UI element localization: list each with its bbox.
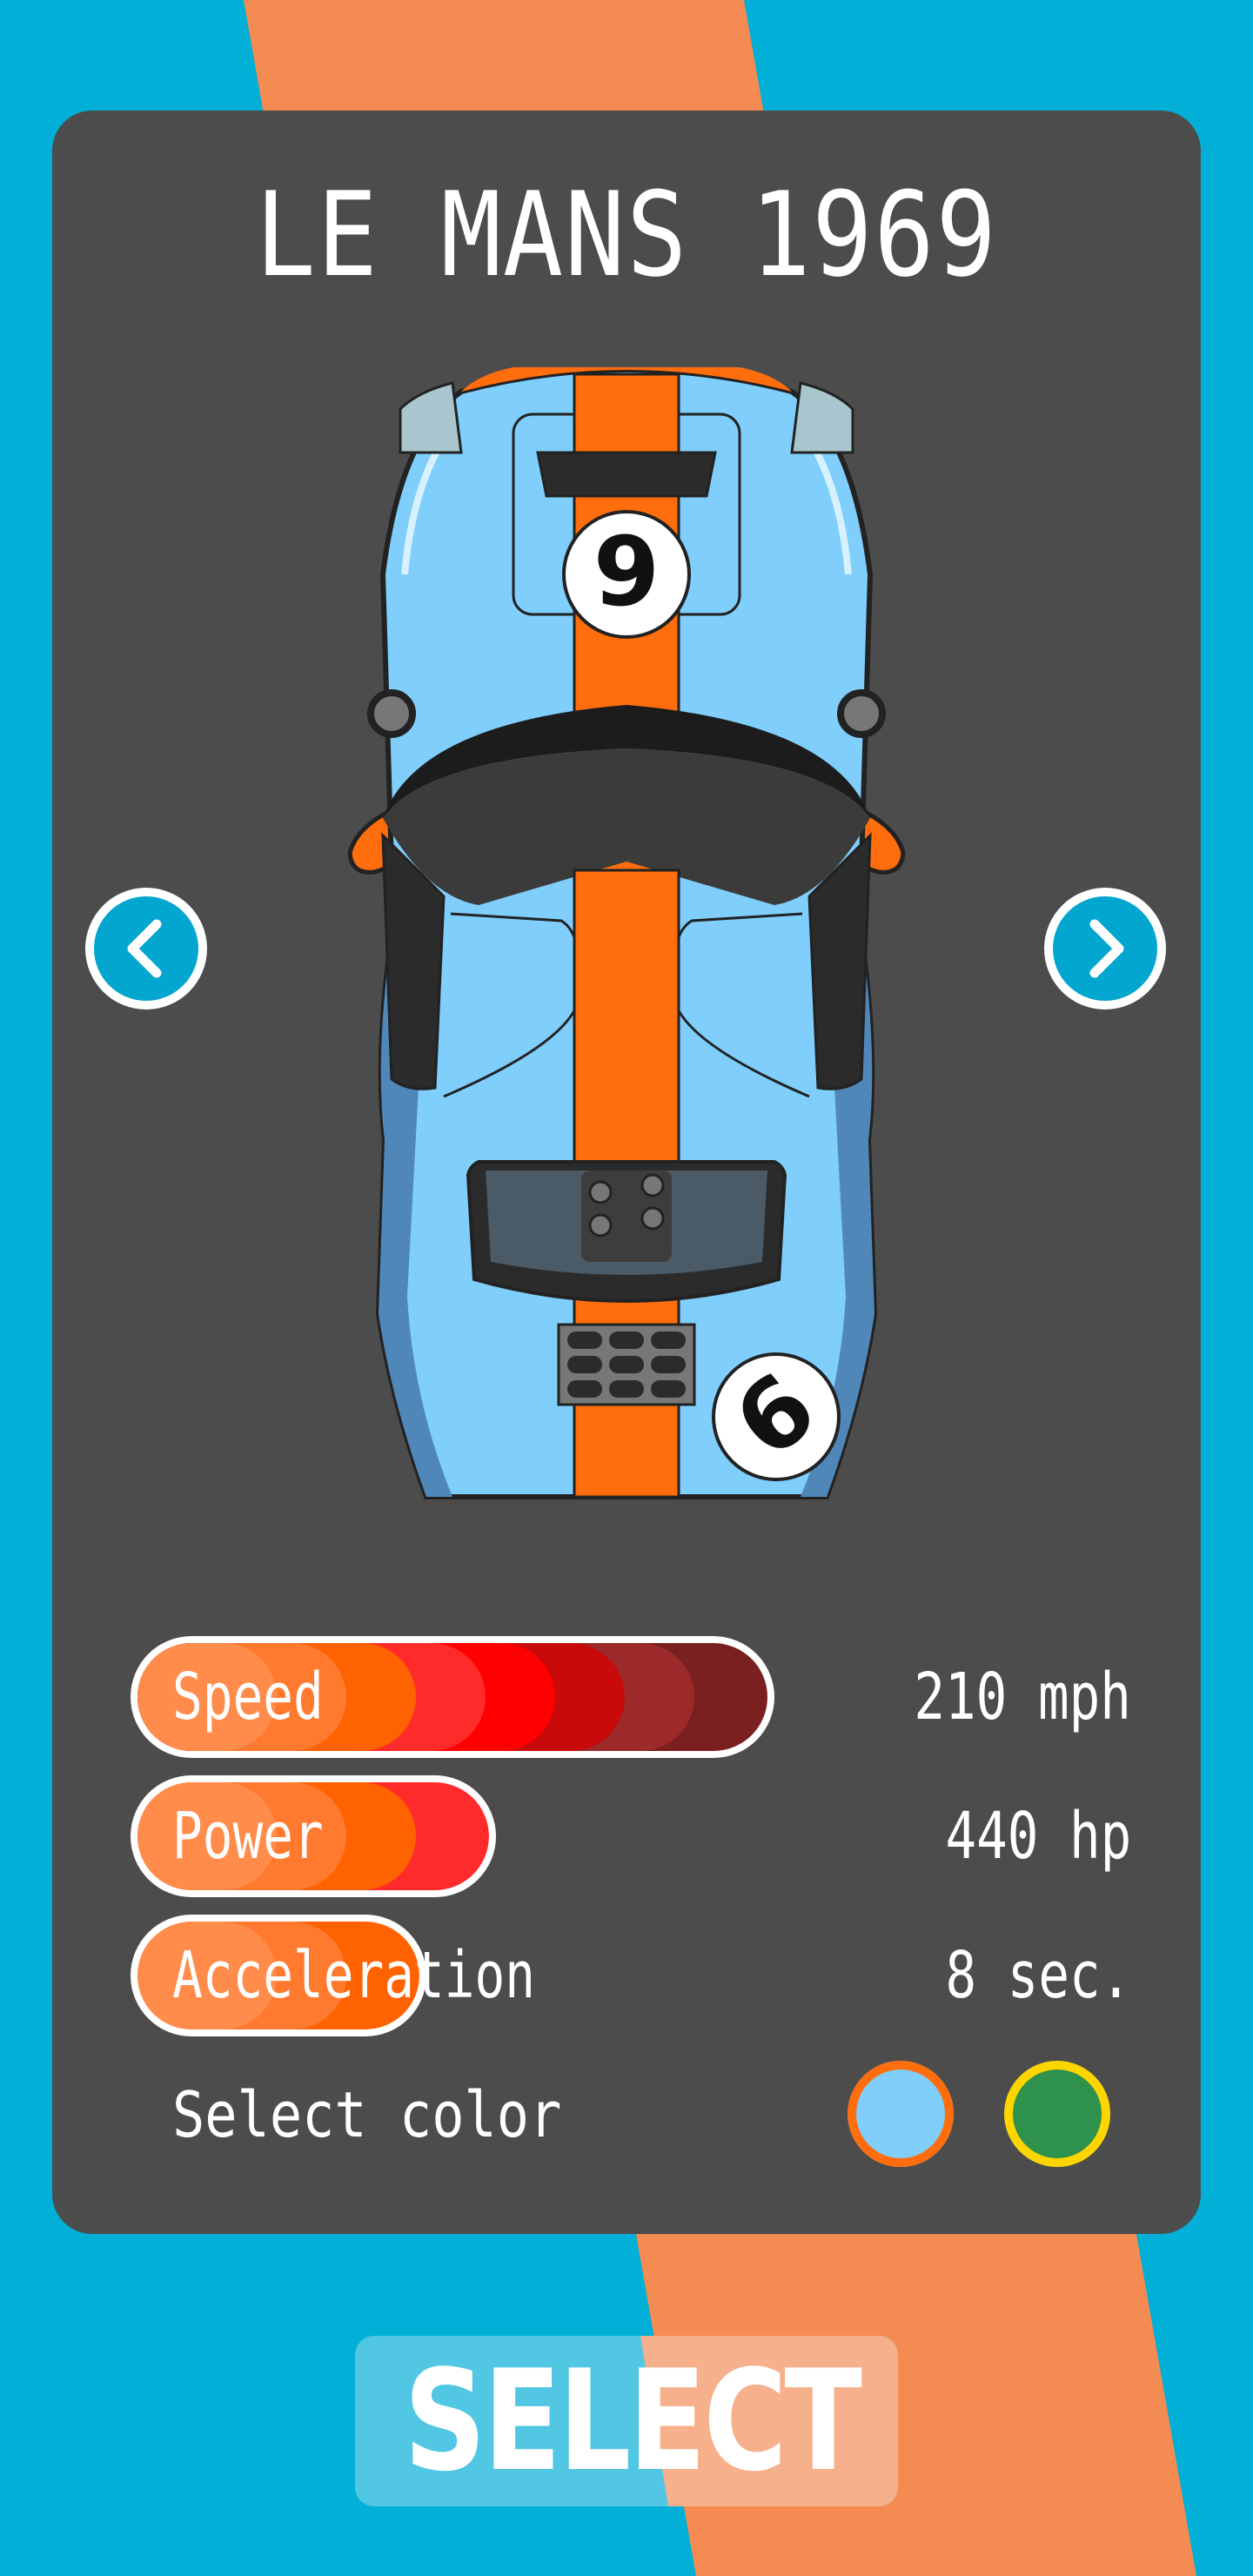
acceleration-label: Acceleration (172, 1938, 536, 2013)
stat-row-acceleration: Acceleration 8 sec. (131, 1915, 1131, 2036)
select-button-label: SELECT (404, 2339, 862, 2502)
chevron-right-icon (1089, 919, 1124, 978)
stat-row-speed: Speed 210 mph (131, 1636, 1131, 1758)
track-title: LE MANS 1969 (255, 167, 998, 303)
color-swatch-blue[interactable] (848, 2061, 954, 2167)
speed-value: 210 mph (914, 1660, 1132, 1734)
stat-row-power: Power 440 hp (131, 1775, 1131, 1897)
next-car-button[interactable] (1044, 888, 1166, 1010)
chevron-left-icon (127, 919, 162, 978)
previous-car-button[interactable] (85, 888, 207, 1010)
select-button[interactable]: SELECT (355, 2336, 898, 2506)
power-value: 440 hp (945, 1799, 1131, 1874)
power-label: Power (172, 1799, 324, 1874)
speed-label: Speed (172, 1660, 324, 1734)
select-color-label: Select color (172, 2078, 562, 2151)
car-illustration: 9 6 (347, 367, 906, 1499)
color-swatch-green[interactable] (1004, 2061, 1110, 2167)
front-number: 9 (593, 516, 660, 627)
acceleration-value: 8 sec. (945, 1938, 1131, 2013)
